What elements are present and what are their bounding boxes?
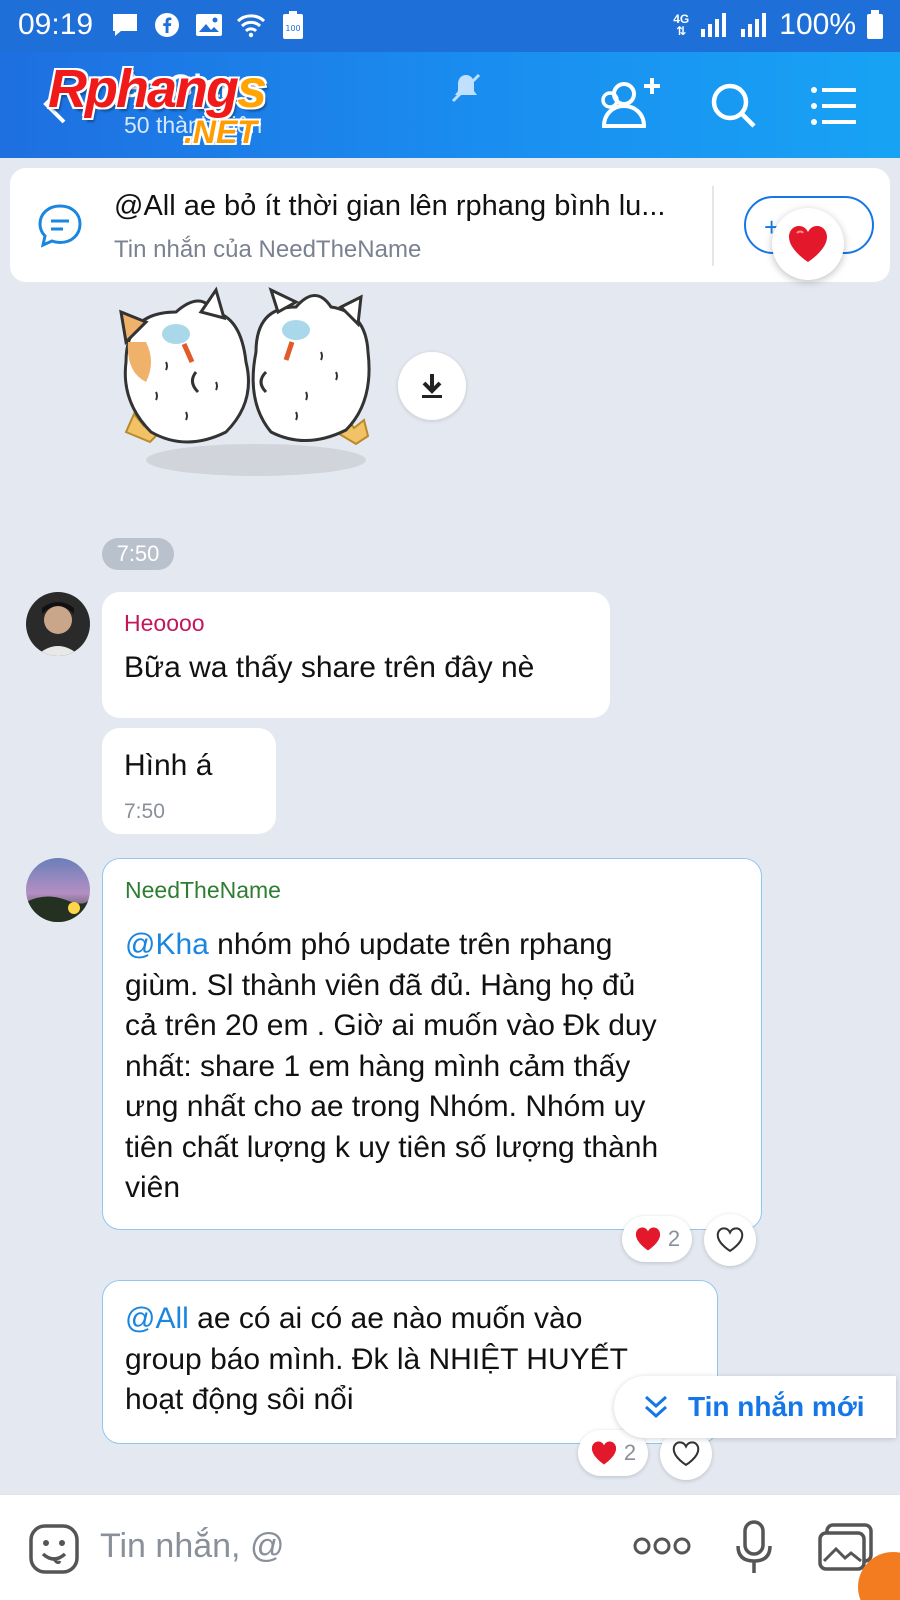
microphone-icon[interactable]	[734, 1519, 774, 1577]
status-time: 09:19	[18, 8, 94, 41]
message-time: 7:50	[124, 800, 165, 823]
wifi-icon	[236, 10, 266, 40]
new-messages-button[interactable]: Tin nhắn mới	[614, 1376, 896, 1438]
pinned-message-bar[interactable]: @All ae bỏ ít thời gian lên rphang bình …	[10, 168, 890, 282]
facebook-icon	[152, 10, 182, 40]
search-icon[interactable]	[706, 78, 762, 134]
avatar[interactable]	[26, 858, 90, 922]
message-text: Bữa wa thấy share trên đây nè	[124, 651, 535, 684]
battery-saver-icon: 100	[278, 10, 308, 40]
battery-icon	[867, 10, 883, 39]
heart-icon	[789, 226, 827, 262]
message-bubble[interactable]: NeedTheName @Kha nhóm phó update trên rp…	[102, 858, 762, 1230]
reaction-count[interactable]: 2	[622, 1216, 692, 1262]
sender-name: Heoooo	[124, 610, 205, 636]
pinned-sender: Tin nhắn của NeedTheName	[114, 236, 422, 263]
download-icon	[422, 374, 442, 398]
message-text: Hình á	[124, 749, 213, 782]
reaction-heart-button[interactable]	[772, 208, 844, 280]
message-text: @All ae có ai có ae nào muốn vào group b…	[125, 1302, 628, 1416]
download-button[interactable]	[398, 352, 466, 420]
mute-bell-icon	[451, 73, 481, 103]
pinned-text: @All ae bỏ ít thời gian lên rphang bình …	[114, 190, 666, 222]
message-input-bar: Tin nhắn, @	[0, 1494, 900, 1600]
sender-name: NeedTheName	[125, 877, 281, 903]
message-bubble[interactable]: Hình á 7:50	[102, 728, 276, 834]
message-icon	[110, 10, 140, 40]
emoji-icon[interactable]	[28, 1523, 80, 1575]
like-button[interactable]	[704, 1214, 756, 1266]
rphang-logo: Rphangs .NET	[48, 59, 267, 150]
status-bar: 09:19 100 4G ⇅ 100%	[0, 0, 900, 52]
chat-bubble-icon	[38, 204, 82, 248]
chat-header: ên Giang 50 thành viên Rphangs .NET	[0, 52, 900, 158]
add-member-icon[interactable]	[594, 74, 666, 134]
gallery-icon	[194, 10, 224, 40]
time-separator: 7:50	[102, 538, 174, 570]
message-text: @Kha nhóm phó update trên rphang giùm. S…	[125, 928, 659, 1204]
signal-icon	[701, 13, 727, 37]
heart-icon	[591, 1441, 616, 1465]
network-type: 4G ⇅	[673, 12, 690, 38]
message-input[interactable]: Tin nhắn, @	[100, 1527, 284, 1566]
heart-outline-icon	[716, 1227, 744, 1253]
battery-percent: 100%	[779, 8, 856, 41]
cat-sticker[interactable]	[106, 282, 386, 488]
svg-text:100: 100	[285, 24, 300, 33]
menu-list-icon[interactable]	[806, 78, 862, 134]
heart-icon	[635, 1227, 660, 1251]
mention[interactable]: @All	[125, 1302, 189, 1335]
more-options-icon[interactable]	[632, 1535, 692, 1557]
heart-outline-icon	[672, 1441, 700, 1467]
message-bubble[interactable]: Heoooo Bữa wa thấy share trên đây nè	[102, 592, 610, 718]
mention[interactable]: @Kha	[125, 928, 209, 961]
double-chevron-down-icon	[644, 1395, 668, 1419]
avatar[interactable]	[26, 592, 90, 656]
signal-icon-2	[741, 13, 767, 37]
